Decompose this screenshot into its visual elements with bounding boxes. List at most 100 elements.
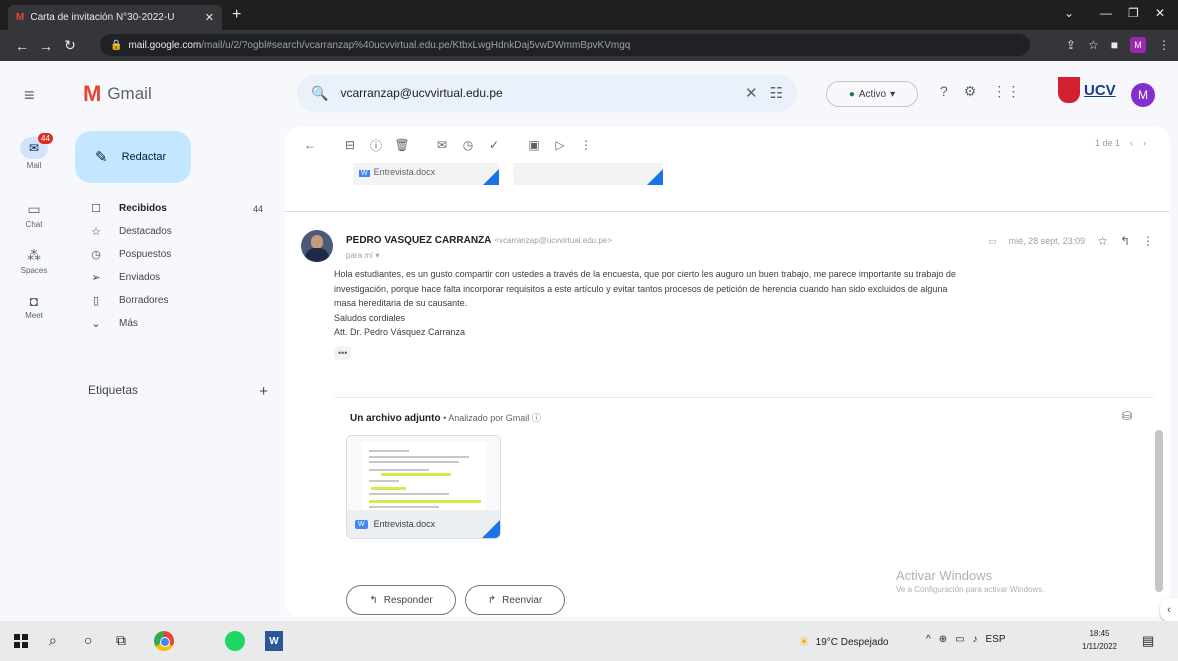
reload-icon[interactable]: ↻	[58, 37, 82, 54]
attachment-footer: W Entrevista.docx	[347, 510, 500, 538]
search-icon[interactable]: ⌕	[49, 632, 57, 649]
search-options-icon[interactable]: ☷	[770, 84, 783, 102]
attachments-title: Un archivo adjunto	[350, 413, 441, 424]
recipient-line[interactable]: para mí ▾	[346, 251, 379, 260]
inbox-icon: ☐	[91, 203, 101, 215]
network-icon[interactable]: ⊕	[939, 634, 947, 645]
attachment-card[interactable]: W Entrevista.docx	[346, 435, 501, 539]
nav-item-snoozed[interactable]: ◷ Pospuestos	[75, 243, 275, 266]
browser-tab[interactable]: M Carta de invitación N°30-2022-U ✕	[8, 5, 222, 30]
extensions-icon[interactable]: ■	[1111, 38, 1118, 52]
maximize-icon[interactable]: ❐	[1128, 6, 1139, 20]
rail-mail[interactable]: ✉ 44 Mail	[0, 133, 68, 170]
apps-grid-icon[interactable]: ⋮⋮	[992, 83, 1020, 100]
status-dropdown[interactable]: ● Activo ▾	[826, 81, 918, 107]
address-bar[interactable]: 🔒 mail.google.com /mail/u/2/?ogbl#search…	[100, 34, 1030, 56]
close-window-icon[interactable]: ✕	[1155, 6, 1165, 20]
settings-gear-icon[interactable]: ⚙	[964, 83, 977, 100]
minimize-icon[interactable]: —	[1100, 6, 1112, 20]
chrome-icon[interactable]	[154, 631, 174, 651]
nav-item-label: Más	[119, 318, 138, 329]
previous-attachment-preview[interactable]	[513, 163, 663, 185]
notifications-icon[interactable]: ▤	[1142, 633, 1154, 649]
main-menu-icon[interactable]: ≡	[24, 85, 35, 106]
account-avatar[interactable]: M	[1131, 83, 1155, 107]
add-task-icon[interactable]: ✓	[481, 138, 507, 152]
snooze-icon[interactable]: ◷	[455, 138, 481, 152]
org-logo-text: UCV	[1084, 81, 1116, 99]
volume-icon[interactable]: ♪	[973, 634, 978, 645]
activate-windows-watermark: Activar Windows Ve a Configuración para …	[896, 568, 1045, 594]
show-trimmed-content[interactable]: •••	[334, 345, 352, 360]
forward-icon[interactable]: →	[34, 38, 58, 54]
reply-icon[interactable]: ↰	[1120, 234, 1130, 248]
browser-menu-icon[interactable]: ⋮	[1158, 38, 1170, 52]
chat-icon: ▭	[27, 201, 41, 217]
rail-mail-label: Mail	[26, 161, 42, 170]
org-logo[interactable]: UCV	[1058, 77, 1116, 103]
mark-unread-icon[interactable]: ✉	[429, 138, 455, 152]
add-to-drive-icon[interactable]: ⛁	[1122, 409, 1132, 423]
message-date: mié, 28 sept, 23:09	[1008, 236, 1086, 246]
input-language[interactable]: ESP	[986, 634, 1006, 645]
add-label-icon[interactable]: +	[259, 383, 268, 400]
nav-item-inbox[interactable]: ☐ Recibidos 44	[75, 197, 275, 220]
send-icon: ➢	[91, 272, 101, 284]
show-hidden-icons-icon[interactable]: ^	[926, 634, 931, 645]
next-page-icon[interactable]: ›	[1143, 138, 1146, 148]
archive-icon[interactable]: ⊟	[337, 138, 363, 152]
new-tab-icon[interactable]: +	[232, 6, 241, 24]
weather-widget[interactable]: ☀ 19°C Despejado	[798, 634, 889, 650]
side-panel-toggle-icon[interactable]: ‹	[1160, 598, 1178, 622]
share-icon[interactable]: ⇪	[1066, 38, 1076, 52]
battery-icon[interactable]: ▭	[955, 634, 964, 645]
cortana-icon[interactable]: ○	[84, 632, 92, 648]
sender-avatar[interactable]	[301, 230, 333, 262]
message-body: Hola estudiantes, es un gusto compartir …	[334, 267, 1144, 360]
word-doc-icon: W	[355, 519, 368, 529]
compose-button[interactable]: ✎ Redactar	[75, 131, 191, 183]
forward-button[interactable]: ↱ Reenviar	[465, 585, 565, 615]
task-view-icon[interactable]: ⧉	[116, 632, 126, 649]
delete-icon[interactable]: 🗑	[389, 138, 415, 152]
clear-search-icon[interactable]: ✕	[745, 84, 758, 102]
windows-start-icon[interactable]	[14, 634, 28, 648]
body-line: Att. Dr. Pedro Vásquez Carranza	[334, 327, 466, 337]
rail-chat[interactable]: ▭ Chat	[0, 201, 68, 229]
search-bar[interactable]: 🔍 vcarranzap@ucvvirtual.edu.pe ✕ ☷	[297, 74, 797, 112]
panel-scrollbar[interactable]	[1155, 430, 1163, 592]
search-icon[interactable]: 🔍	[311, 85, 328, 102]
rail-meet[interactable]: ◘ Meet	[0, 293, 68, 320]
gmail-logo[interactable]: M Gmail	[83, 81, 152, 107]
move-to-icon[interactable]: ▣	[521, 138, 547, 152]
document-thumbnail	[361, 442, 487, 512]
inbox-count: 44	[252, 203, 263, 214]
label-icon[interactable]: ▷	[547, 138, 573, 152]
spotify-icon[interactable]	[225, 631, 245, 651]
message-meta: ▭ mié, 28 sept, 23:09 ☆ ↰ ⋮	[988, 234, 1154, 248]
back-icon[interactable]: ←	[10, 38, 34, 54]
prev-page-icon[interactable]: ‹	[1130, 138, 1133, 148]
tab-close-icon[interactable]: ✕	[205, 11, 214, 24]
search-input[interactable]: vcarranzap@ucvvirtual.edu.pe	[340, 86, 733, 100]
nav-item-sent[interactable]: ➢ Enviados	[75, 266, 275, 289]
bookmark-star-icon[interactable]: ☆	[1088, 38, 1099, 52]
sender-name[interactable]: PEDRO VASQUEZ CARRANZA	[346, 235, 491, 246]
chevron-down-icon: ▾	[375, 251, 380, 260]
report-spam-icon[interactable]: ⓘ	[363, 137, 389, 154]
previous-attachment-chip[interactable]: W Entrevista.docx	[353, 163, 499, 185]
nav-item-starred[interactable]: ☆ Destacados	[75, 220, 275, 243]
profile-extension-icon[interactable]: M	[1130, 37, 1146, 53]
nav-item-drafts[interactable]: ▯ Borradores	[75, 289, 275, 312]
word-icon[interactable]: W	[265, 631, 283, 651]
nav-item-more[interactable]: ⌄ Más	[75, 312, 275, 335]
help-icon[interactable]: ?	[940, 83, 948, 100]
more-options-icon[interactable]: ⋮	[1142, 234, 1154, 248]
back-to-list-icon[interactable]: ←	[297, 138, 323, 152]
reply-button[interactable]: ↰ Responder	[346, 585, 456, 615]
star-icon[interactable]: ☆	[1097, 234, 1108, 248]
more-options-icon[interactable]: ⋮	[573, 138, 599, 152]
rail-spaces[interactable]: ⁂ Spaces	[0, 247, 68, 275]
taskbar-clock[interactable]: 18:45 1/11/2022	[1082, 627, 1117, 653]
tab-search-icon[interactable]: ⌄	[1064, 6, 1074, 20]
